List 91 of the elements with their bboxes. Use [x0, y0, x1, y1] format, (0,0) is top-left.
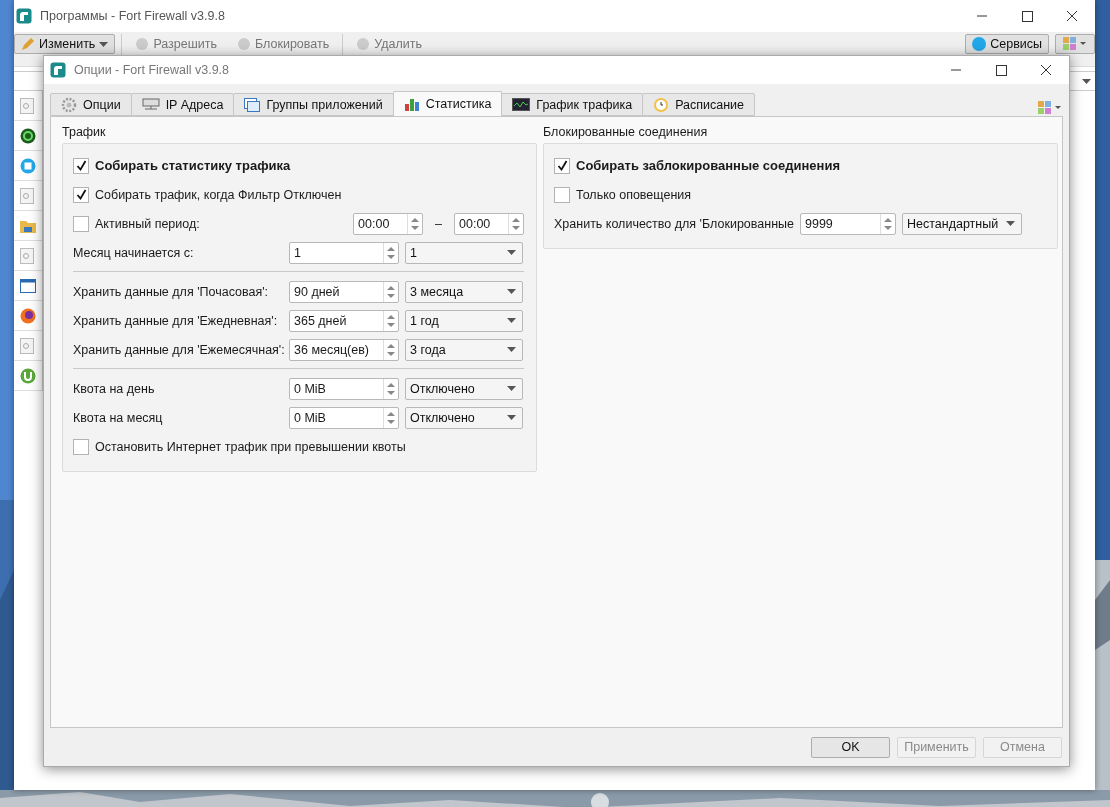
setting-label: Хранить количество для 'Блокированные	[554, 216, 794, 231]
checkbox[interactable]	[554, 157, 570, 174]
circle-icon	[237, 37, 251, 51]
setting-label: Квота на день	[73, 381, 156, 396]
toolbar-button[interactable]: Изменить	[14, 34, 116, 54]
caret-icon	[507, 386, 516, 391]
setting-label: Месяц начинается с:	[73, 245, 195, 260]
spin-arrows-icon[interactable]	[383, 339, 398, 360]
tab[interactable]: Группы приложений	[233, 93, 394, 116]
gear-icon	[61, 96, 77, 113]
layout-icon[interactable]	[1062, 36, 1088, 52]
caret-icon	[507, 289, 516, 294]
spin-arrows-icon[interactable]	[383, 407, 398, 428]
caret-icon	[507, 250, 516, 255]
window-icon	[20, 278, 36, 293]
window-title: Программы - Fort Firewall v3.9.8	[40, 9, 226, 23]
spin-field[interactable]: 36 месяц(ев)	[289, 338, 399, 361]
caret-icon	[507, 415, 516, 420]
pencil-icon	[21, 37, 35, 51]
monitor-icon	[512, 97, 531, 112]
bar-chart-icon	[403, 96, 420, 112]
dropdown[interactable]: 1 год	[405, 309, 523, 332]
caret-icon	[1082, 78, 1091, 84]
tab[interactable]: Опции	[50, 93, 132, 116]
checkbox-label: Остановить Интернет трафик при превышении квоты	[95, 439, 406, 454]
services-button[interactable]: Сервисы	[965, 34, 1049, 54]
caret-icon	[507, 318, 516, 323]
file-icon	[20, 187, 34, 204]
tab[interactable]: Статистика	[392, 91, 503, 116]
spin-field[interactable]: 9999	[800, 212, 896, 235]
spin-arrows-icon[interactable]	[880, 213, 895, 234]
tab[interactable]: Расписание	[642, 93, 756, 116]
circle-icon	[135, 37, 150, 51]
spin-arrows-icon[interactable]	[383, 242, 398, 263]
folder-icon	[20, 218, 36, 233]
checkbox[interactable]	[73, 215, 89, 232]
layout-icon[interactable]	[1037, 100, 1063, 116]
spin-field[interactable]: 1	[289, 241, 399, 264]
network-icon	[141, 97, 160, 112]
range-dash: –	[435, 216, 442, 231]
group-title: Блокированные соединения	[543, 125, 709, 139]
checkbox-label: Собирать трафик, когда Фильтр Отключен	[95, 187, 342, 202]
spin-arrows-icon[interactable]	[383, 281, 398, 302]
spin-field[interactable]: 0 MiB	[289, 377, 399, 400]
checkbox[interactable]	[73, 186, 89, 203]
setting-label: Хранить данные для 'Ежемесячная':	[73, 342, 283, 357]
layout-button[interactable]	[1055, 34, 1095, 54]
spin-field[interactable]: 0 MiB	[289, 406, 399, 429]
checkbox-label: Активный период:	[95, 216, 200, 231]
setting-label: Хранить данные для 'Почасовая':	[73, 284, 270, 299]
dropdown[interactable]: Отключено	[405, 406, 523, 429]
app-icon	[20, 307, 36, 324]
windows-icon	[972, 37, 987, 51]
file-icon	[20, 337, 34, 354]
clock-icon	[653, 96, 670, 113]
circle-icon	[356, 37, 371, 51]
window-icon	[244, 97, 261, 112]
tab[interactable]: IP Адреса	[130, 93, 235, 116]
spin-arrows-icon[interactable]	[383, 378, 398, 399]
time-field[interactable]: 00:00	[353, 212, 424, 235]
caret-icon	[1006, 221, 1015, 226]
checkbox-label: Собирать статистику трафика	[95, 158, 291, 173]
dialog-button[interactable]: OK	[811, 736, 890, 758]
checkbox-label: Собирать заблокированные соединения	[576, 158, 840, 173]
app-icon	[20, 157, 36, 174]
spin-field[interactable]: 90 дней	[289, 280, 399, 303]
dropdown[interactable]: 3 месяца	[405, 280, 523, 303]
dialog-title: Опции - Fort Firewall v3.9.8	[74, 63, 230, 77]
checkbox[interactable]	[73, 438, 89, 455]
caret-icon	[507, 347, 516, 352]
group-title: Трафик	[62, 125, 107, 139]
setting-label: Квота на месяц	[73, 410, 164, 425]
spin-arrows-icon[interactable]	[383, 310, 398, 331]
file-icon	[20, 247, 34, 264]
setting-label: Хранить данные для 'Ежедневная':	[73, 313, 279, 328]
power-icon	[20, 127, 36, 144]
app-icon	[20, 367, 36, 384]
dropdown[interactable]: 1	[405, 241, 523, 264]
tab[interactable]: График трафика	[501, 93, 644, 116]
caret-icon	[99, 41, 109, 47]
dropdown[interactable]: Нестандартный	[902, 212, 1022, 235]
dropdown[interactable]: Отключено	[405, 377, 523, 400]
file-icon	[20, 97, 34, 114]
spin-arrows-icon[interactable]	[508, 213, 523, 234]
checkbox[interactable]	[554, 186, 570, 203]
dropdown[interactable]: 3 года	[405, 338, 523, 361]
app-icon	[50, 62, 66, 78]
time-field[interactable]: 00:00	[454, 212, 524, 235]
checkbox[interactable]	[73, 157, 89, 174]
checkbox-label: Только оповещения	[576, 187, 692, 202]
spin-field[interactable]: 365 дней	[289, 309, 399, 332]
